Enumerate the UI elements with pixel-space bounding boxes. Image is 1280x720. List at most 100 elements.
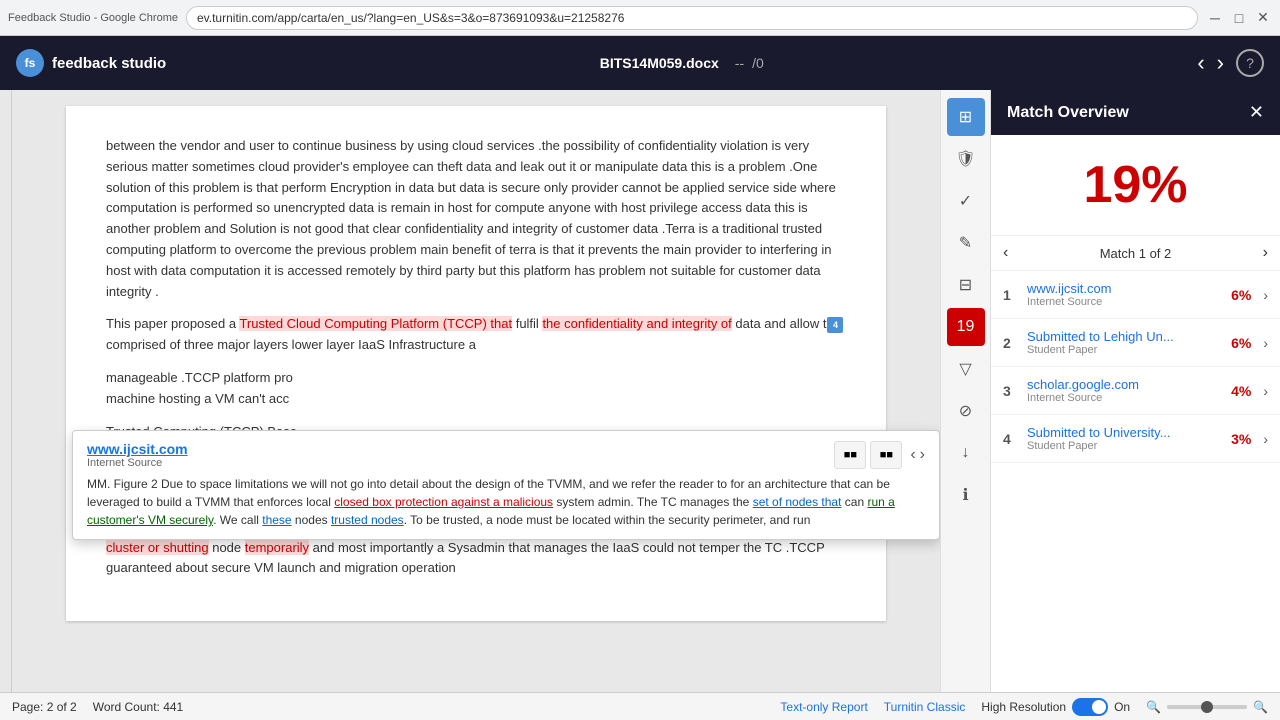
paragraph-3: manageable .TCCP platform promachine hos… <box>106 368 846 410</box>
previous-button[interactable]: ‹ <box>1197 50 1204 76</box>
popup-source-type: Internet Source <box>87 457 188 469</box>
match-info-3: scholar.google.com Internet Source <box>1027 377 1223 404</box>
highlight-confidentiality: the confidentiality and integrity of <box>542 316 731 331</box>
popup-next-btn[interactable]: › <box>920 446 925 464</box>
match-prev-btn[interactable]: ‹ <box>1003 244 1008 262</box>
match-item-2[interactable]: 2 Submitted to Lehigh Un... Student Pape… <box>991 319 1280 367</box>
match-close-button[interactable]: ✕ <box>1249 102 1264 123</box>
right-sidebar: ⊞ 🛡 ✓ ✎ ⊟ 19 ▽ ⊘ ↓ ℹ <box>940 90 990 692</box>
page-info: Page: 2 of 2 <box>12 700 77 714</box>
left-sidebar <box>0 90 12 692</box>
sidebar-layers-btn[interactable]: ⊞ <box>947 98 985 136</box>
match-info-2: Submitted to Lehigh Un... Student Paper <box>1027 329 1223 356</box>
popup-url[interactable]: www.ijcsit.com <box>87 441 188 457</box>
sidebar-grid-btn[interactable]: ⊟ <box>947 266 985 304</box>
sidebar-check-btn[interactable]: ✓ <box>947 182 985 220</box>
main-container: between the vendor and user to continue … <box>0 90 1280 692</box>
match-item-4[interactable]: 4 Submitted to University... Student Pap… <box>991 415 1280 463</box>
match-navigation: ‹ Match 1 of 2 › <box>991 236 1280 271</box>
match-percent-4: 3% <box>1231 431 1251 447</box>
match-overview-panel: Match Overview ✕ 19% ‹ Match 1 of 2 › 1 … <box>990 90 1280 692</box>
sidebar-block-btn[interactable]: ⊘ <box>947 392 985 430</box>
status-bar: Page: 2 of 2 Word Count: 441 Text-only R… <box>0 692 1280 720</box>
zoom-thumb <box>1201 701 1213 713</box>
zoom-slider[interactable] <box>1167 705 1247 709</box>
match-type-4: Student Paper <box>1027 440 1223 452</box>
document-area[interactable]: between the vendor and user to continue … <box>12 90 940 692</box>
window-controls[interactable]: ─ □ ✕ <box>1206 9 1272 27</box>
match-type-2: Student Paper <box>1027 344 1223 356</box>
sidebar-edit-btn[interactable]: ✎ <box>947 224 985 262</box>
popup-header: www.ijcsit.com Internet Source ■■ ■■ ‹ › <box>87 441 925 469</box>
maximize-button[interactable]: □ <box>1230 9 1248 27</box>
high-resolution-label: High Resolution <box>981 700 1066 714</box>
match-num-1: 1 <box>1003 287 1019 303</box>
match-percent-2: 6% <box>1231 335 1251 351</box>
text-only-report-link[interactable]: Text-only Report <box>780 700 867 714</box>
popup-icon-2[interactable]: ■■ <box>870 441 902 469</box>
high-resolution-toggle-container: High Resolution On <box>981 698 1130 716</box>
popup-highlight-4: these <box>262 513 291 527</box>
match-percent-3: 4% <box>1231 383 1251 399</box>
source-popup[interactable]: www.ijcsit.com Internet Source ■■ ■■ ‹ ›… <box>72 430 940 540</box>
sidebar-download-btn[interactable]: ↓ <box>947 434 985 472</box>
browser-title-bar: Feedback Studio - Google Chrome ev.turni… <box>0 0 1280 36</box>
match-item-1[interactable]: 1 www.ijcsit.com Internet Source 6% › <box>991 271 1280 319</box>
match-arrow-3: › <box>1263 383 1268 399</box>
page-navigation: -- /0 <box>735 55 764 71</box>
paragraph-1: between the vendor and user to continue … <box>106 136 846 302</box>
match-next-btn[interactable]: › <box>1263 244 1268 262</box>
match-num-2: 2 <box>1003 335 1019 351</box>
popup-header-left: www.ijcsit.com Internet Source <box>87 441 188 469</box>
toggle-knob <box>1092 700 1106 714</box>
document-filename: BITS14M059.docx <box>600 55 719 71</box>
sidebar-filter-btn[interactable]: ▽ <box>947 350 985 388</box>
match-type-3: Internet Source <box>1027 392 1223 404</box>
sidebar-info-btn[interactable]: ℹ <box>947 476 985 514</box>
status-bar-right: Text-only Report Turnitin Classic High R… <box>780 698 1268 716</box>
header-center: BITS14M059.docx -- /0 <box>178 55 1185 71</box>
turnitin-classic-link[interactable]: Turnitin Classic <box>884 700 966 714</box>
popup-prev-btn[interactable]: ‹ <box>910 446 915 464</box>
header-right: ‹ › ? <box>1197 49 1264 77</box>
match-arrow-4: › <box>1263 431 1268 447</box>
match-info-4: Submitted to University... Student Paper <box>1027 425 1223 452</box>
app-header: fs feedback studio BITS14M059.docx -- /0… <box>0 36 1280 90</box>
popup-highlight-5: trusted nodes <box>331 513 404 527</box>
match-type-1: Internet Source <box>1027 296 1223 308</box>
popup-highlight-2: set of nodes that <box>753 495 842 509</box>
match-info-1: www.ijcsit.com Internet Source <box>1027 281 1223 308</box>
browser-controls: Feedback Studio - Google Chrome <box>8 12 178 24</box>
close-button[interactable]: ✕ <box>1254 9 1272 27</box>
match-source-3: scholar.google.com <box>1027 377 1223 392</box>
ref-4: 4 <box>827 317 843 333</box>
match-list: 1 www.ijcsit.com Internet Source 6% › 2 … <box>991 271 1280 692</box>
high-resolution-toggle[interactable] <box>1072 698 1108 716</box>
zoom-icon: 🔍 <box>1146 700 1161 714</box>
match-arrow-2: › <box>1263 335 1268 351</box>
highlight-cluster: cluster or shutting <box>106 540 209 555</box>
app-name: feedback studio <box>52 55 166 72</box>
match-source-1: www.ijcsit.com <box>1027 281 1223 296</box>
help-button[interactable]: ? <box>1236 49 1264 77</box>
match-num-3: 3 <box>1003 383 1019 399</box>
match-overview-title: Match Overview <box>1007 104 1129 122</box>
paragraph-2: This paper proposed a Trusted Cloud Comp… <box>106 314 846 356</box>
match-item-3[interactable]: 3 scholar.google.com Internet Source 4% … <box>991 367 1280 415</box>
minimize-button[interactable]: ─ <box>1206 9 1224 27</box>
sidebar-match-count-btn[interactable]: 19 <box>947 308 985 346</box>
next-button[interactable]: › <box>1217 50 1224 76</box>
sidebar-shield-btn[interactable]: 🛡 <box>947 140 985 178</box>
zoom-in-icon: 🔍 <box>1253 700 1268 714</box>
paragraph-2-cont: comprised of three major layers lower la… <box>106 337 476 352</box>
app-logo: fs feedback studio <box>16 49 166 77</box>
match-num-4: 4 <box>1003 431 1019 447</box>
popup-nav: ‹ › <box>910 446 925 464</box>
browser-title-text: Feedback Studio - Google Chrome <box>8 12 178 24</box>
match-source-2: Submitted to Lehigh Un... <box>1027 329 1223 344</box>
logo-icon: fs <box>16 49 44 77</box>
address-bar[interactable]: ev.turnitin.com/app/carta/en_us/?lang=en… <box>186 6 1198 30</box>
popup-icon-1[interactable]: ■■ <box>834 441 866 469</box>
popup-icon-group: ■■ ■■ <box>834 441 902 469</box>
word-count: Word Count: 441 <box>93 700 184 714</box>
